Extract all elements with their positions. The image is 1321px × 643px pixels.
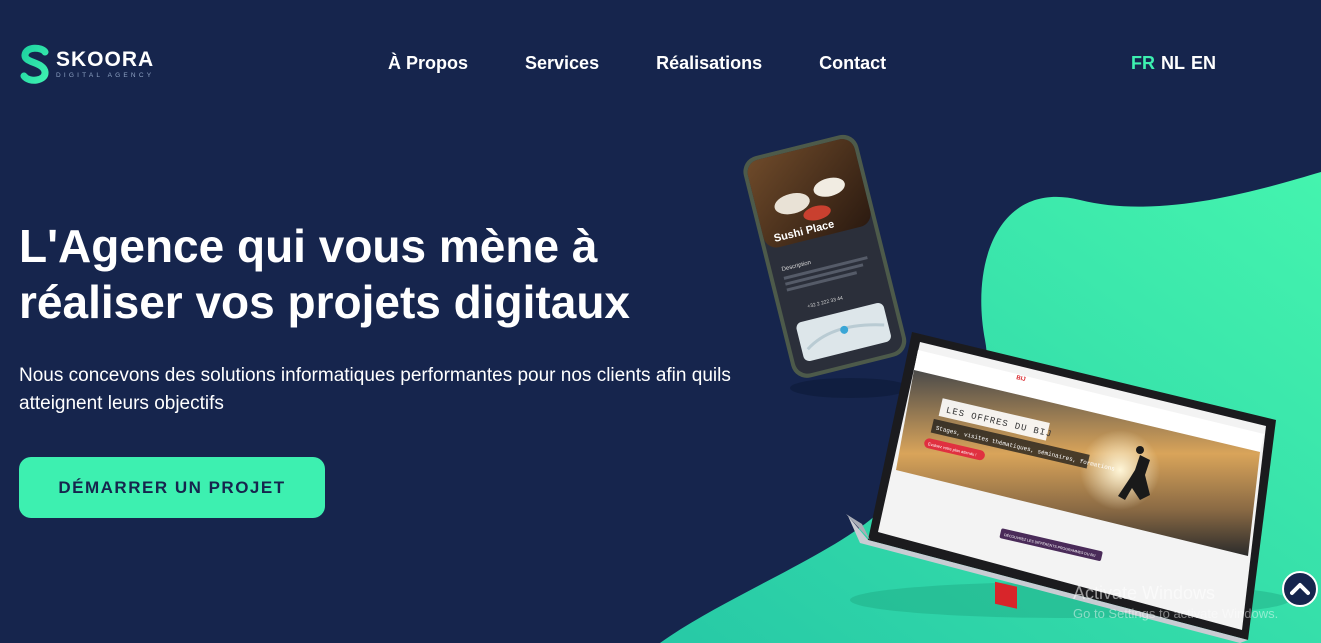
nav-item-realisations[interactable]: Réalisations (656, 53, 762, 74)
activate-windows-subtitle: Go to Settings to activate Windows. (1073, 606, 1279, 621)
activate-windows-title: Activate Windows (1073, 583, 1216, 603)
lang-nl[interactable]: NL (1161, 53, 1185, 74)
nav-item-contact[interactable]: Contact (819, 53, 886, 74)
hero-title: L'Agence qui vous mène à réaliser vos pr… (19, 220, 631, 328)
brand-tagline: DIGITAL AGENCY (56, 71, 155, 79)
nav-item-services[interactable]: Services (525, 53, 599, 74)
hero-subtitle: Nous concevons des solutions informatiqu… (19, 365, 731, 414)
brand-logo[interactable]: SKOORA DIGITAL AGENCY (20, 44, 154, 84)
skoora-logo-icon (20, 44, 49, 84)
lang-fr[interactable]: FR (1131, 53, 1155, 74)
language-switcher: FR NL EN (1131, 53, 1216, 74)
nav-item-a-propos[interactable]: À Propos (388, 53, 468, 74)
start-project-button[interactable]: DÉMARRER UN PROJET (19, 457, 325, 518)
lang-en[interactable]: EN (1191, 53, 1216, 74)
scroll-to-top-button[interactable] (1282, 571, 1318, 607)
page: SKOORA DIGITAL AGENCY À Propos Services … (0, 0, 1321, 643)
brand-name: SKOORA (56, 47, 155, 71)
chevron-up-icon (1290, 583, 1310, 595)
main-nav: À Propos Services Réalisations Contact (388, 53, 886, 74)
